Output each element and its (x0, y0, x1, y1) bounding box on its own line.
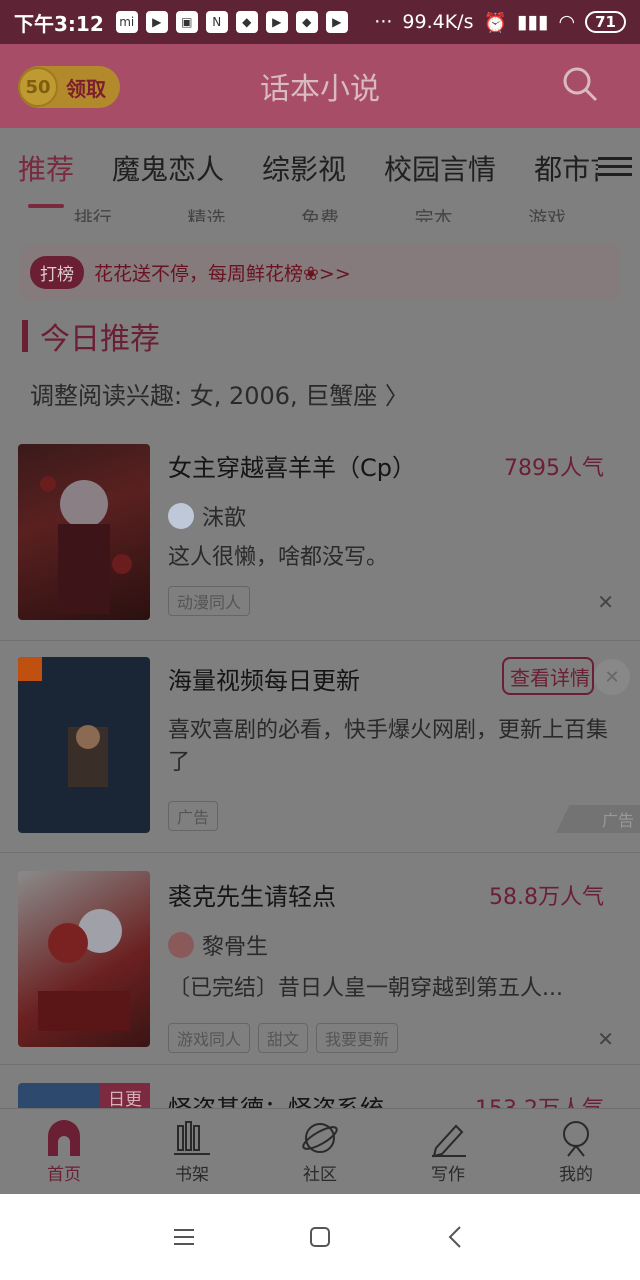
tv-app-icon: ▣ (175, 11, 198, 33)
book-title: 女主穿越喜羊羊（Cp） (168, 454, 416, 482)
tag[interactable]: 我要更新 (316, 1023, 399, 1053)
coin-icon: 50 (18, 67, 58, 107)
popularity: 153.2万人气 (475, 1091, 604, 1108)
ranking-banner[interactable]: 打榜 花花送不停，每周鲜花榜❀>> (20, 244, 620, 300)
section-title: 今日推荐 (22, 316, 160, 357)
nav-bookshelf[interactable]: 书架 (128, 1109, 256, 1194)
subcat-complete[interactable]: 完本 (415, 208, 453, 222)
book-cover (18, 871, 150, 1047)
alarm-icon: ⏰ (483, 11, 508, 34)
avatar (168, 932, 194, 958)
app-header: 50 领取 话本小说 (0, 44, 640, 128)
subcat-ranking[interactable]: 排行 (74, 208, 112, 222)
adjust-preferences-link[interactable]: 调整阅读兴趣: 女, 2006, 巨蟹座 〉 (30, 376, 409, 411)
book-description: 这人很懒，啥都没写。 (168, 545, 389, 570)
subcat-featured[interactable]: 精选 (187, 208, 225, 222)
tag-row: 游戏同人 甜文 我要更新 (168, 1023, 399, 1053)
search-icon[interactable] (560, 64, 600, 104)
ad-cover (18, 657, 150, 833)
chat-app-icon: ◆ (235, 11, 258, 33)
ad-tag: 广告 (168, 801, 219, 831)
network-speed: 99.4K/s (402, 11, 474, 33)
claim-coins-button[interactable]: 50 领取 (18, 66, 120, 108)
nav-home[interactable]: 首页 (0, 1109, 128, 1194)
nav-write[interactable]: 写作 (384, 1109, 512, 1194)
ad-corner-badge: 广告 (556, 805, 640, 833)
pen-icon (432, 1124, 466, 1158)
app-title: 话本小说 (260, 72, 380, 107)
n-app-icon: N (205, 11, 228, 33)
battery-icon: 71 (585, 11, 626, 33)
play-app-icon: ▶ (265, 11, 288, 33)
back-icon[interactable] (443, 1224, 469, 1250)
category-tabs: 推荐 魔鬼恋人 综影视 校园言情 都市言 (0, 128, 640, 208)
author: 黎骨生 (168, 929, 268, 961)
tag-row: 动漫同人 (168, 586, 251, 616)
planet-icon (302, 1123, 338, 1153)
bookshelf-icon (174, 1121, 210, 1155)
tab-film-tv[interactable]: 综影视 (262, 148, 346, 188)
book-card[interactable]: 女主穿越喜羊羊（Cp） 7895人气 沫歆 这人很懒，啥都没写。 动漫同人 ✕ (0, 434, 640, 640)
popularity: 58.8万人气 (489, 885, 604, 910)
home-icon (48, 1120, 80, 1156)
book-description: 〔已完结〕昔日人皇一朝穿越到第五人... (168, 976, 563, 1001)
ad-description: 喜欢喜剧的必看，快手爆火网剧，更新上百集了 (168, 718, 609, 775)
nav-community[interactable]: 社区 (256, 1109, 384, 1194)
dismiss-icon[interactable]: ✕ (597, 1027, 614, 1051)
home-square-icon[interactable] (307, 1224, 333, 1250)
ad-title: 海量视频每日更新 (168, 667, 360, 695)
status-bar: 下午3:12 mi ▶ ▣ N ◆ ▶ ◆ ▶ ··· 99.4K/s ⏰ ▮▮… (0, 0, 640, 44)
feed-content: 排行 精选 免费 完本 游戏 打榜 花花送不停，每周鲜花榜❀>> 今日推荐 调整… (0, 208, 640, 1108)
tab-campus-romance[interactable]: 校园言情 (384, 148, 496, 188)
tag[interactable]: 甜文 (258, 1023, 309, 1053)
book-title: 怪盗基德：怪盗系统 (168, 1089, 384, 1108)
status-time: 下午3:12 (14, 11, 104, 36)
menu-icon[interactable] (171, 1224, 197, 1250)
subcat-games[interactable]: 游戏 (528, 208, 566, 222)
notification-icons: mi ▶ ▣ N ◆ ▶ ◆ ▶ (115, 11, 348, 33)
tag[interactable]: 游戏同人 (168, 1023, 251, 1053)
menu-icon[interactable] (598, 152, 632, 184)
popularity: 7895人气 (504, 456, 604, 481)
tab-recommend[interactable]: 推荐 (18, 148, 74, 208)
chat-app-icon: ◆ (295, 11, 318, 33)
status-right: ··· 99.4K/s ⏰ ▮▮▮ ◠ 71 (374, 11, 626, 34)
close-icon[interactable]: ✕ (594, 659, 630, 695)
mi-app-icon: mi (115, 11, 138, 33)
avatar (168, 503, 194, 529)
claim-label: 领取 (66, 76, 106, 101)
banner-badge: 打榜 (30, 255, 84, 289)
tab-demon-lovers[interactable]: 魔鬼恋人 (112, 148, 224, 188)
tag-row: 广告 (168, 801, 219, 831)
play-app-icon: ▶ (325, 11, 348, 33)
subcat-free[interactable]: 免费 (301, 208, 339, 222)
play-app-icon: ▶ (145, 11, 168, 33)
book-card[interactable]: 日更 怪盗基德：怪盗系统 153.2万人气 (0, 1064, 640, 1108)
view-details-button[interactable]: 查看详情 (502, 657, 594, 695)
user-icon (563, 1121, 589, 1157)
nav-profile[interactable]: 我的 (512, 1109, 640, 1194)
ad-card[interactable]: 海量视频每日更新 查看详情 ✕ 喜欢喜剧的必看，快手爆火网剧，更新上百集了 广告… (0, 640, 640, 852)
author: 沫歆 (168, 500, 246, 532)
dismiss-icon[interactable]: ✕ (597, 590, 614, 614)
signal-icon: ▮▮▮ (517, 11, 549, 33)
more-dots: ··· (374, 11, 393, 33)
book-card[interactable]: 裘克先生请轻点 58.8万人气 黎骨生 〔已完结〕昔日人皇一朝穿越到第五人...… (0, 852, 640, 1064)
wifi-icon: ◠ (558, 11, 576, 33)
book-cover (18, 444, 150, 620)
system-navigation (0, 1194, 640, 1280)
daily-update-badge: 日更 (100, 1083, 150, 1108)
tag[interactable]: 动漫同人 (168, 586, 251, 616)
subcategory-row: 排行 精选 免费 完本 游戏 (0, 208, 640, 222)
bottom-navigation: 首页 书架 社区 写作 我的 (0, 1108, 640, 1194)
banner-text: 花花送不停，每周鲜花榜❀>> (94, 262, 351, 285)
book-title: 裘克先生请轻点 (168, 883, 336, 911)
